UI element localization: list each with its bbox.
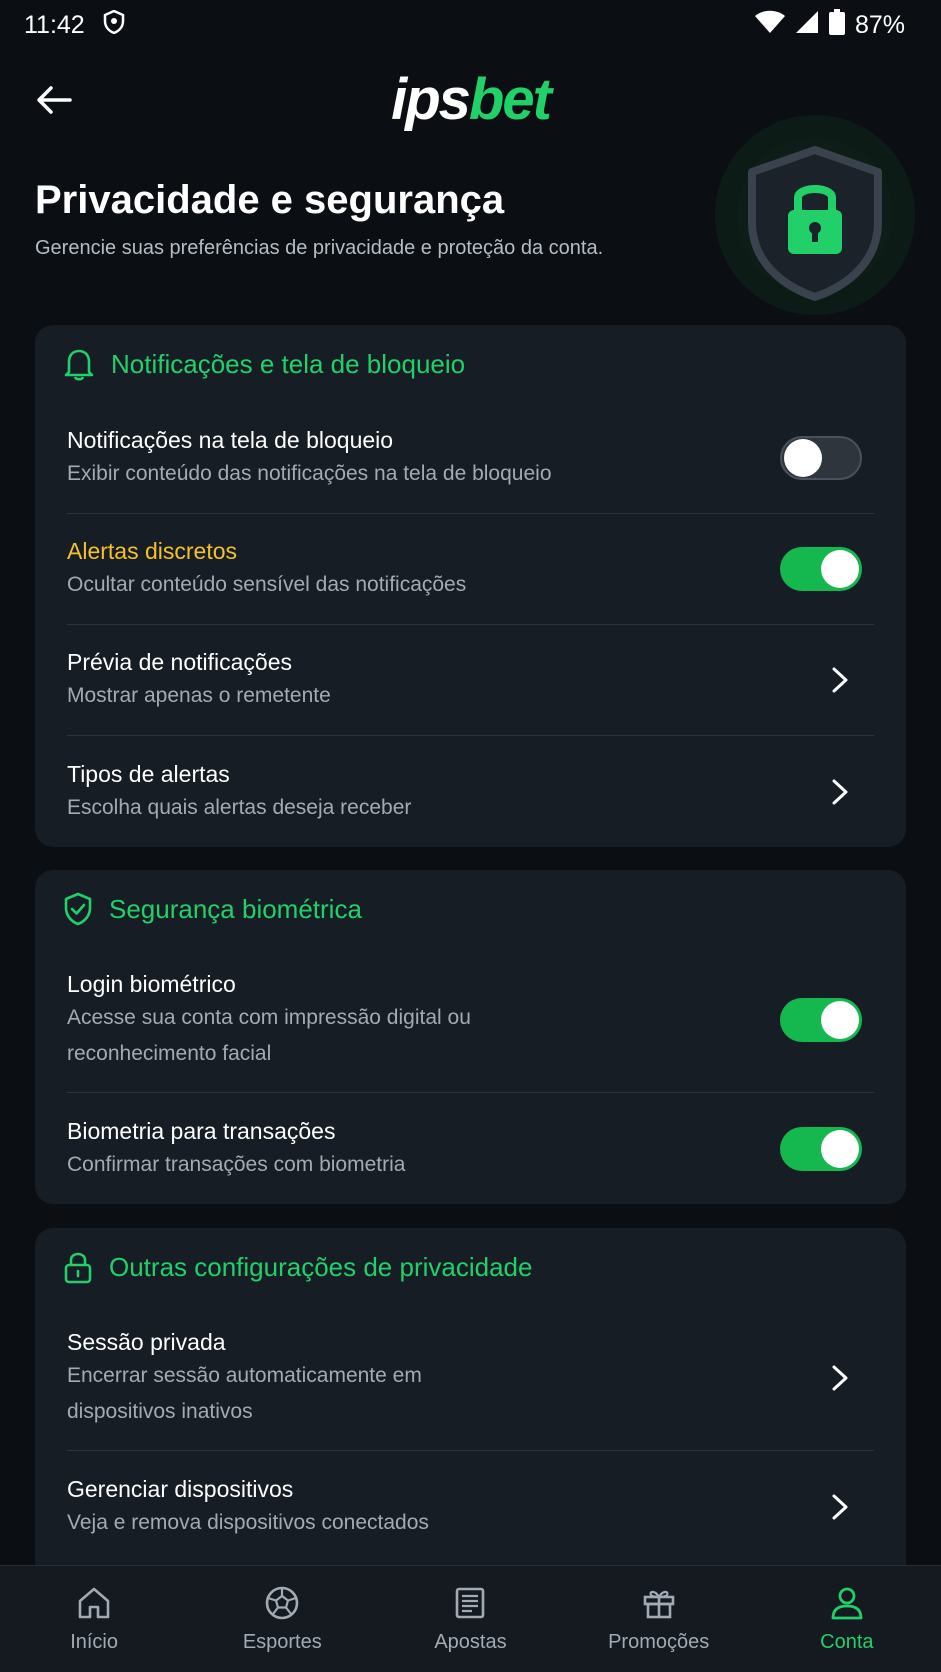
setting-row-notification-preview[interactable]: Prévia de notificações Mostrar apenas o … xyxy=(67,625,874,736)
soccer-ball-icon xyxy=(265,1586,299,1619)
page-title: Privacidade e segurança xyxy=(35,178,505,222)
shield-check-icon xyxy=(64,892,92,926)
shield-lock-icon xyxy=(700,110,920,320)
biometric-transactions-toggle[interactable] xyxy=(780,1126,862,1171)
battery-icon xyxy=(828,8,845,42)
setting-row-manage-devices[interactable]: Gerenciar dispositivos Veja e remova dis… xyxy=(67,1451,874,1562)
status-time: 11:42 xyxy=(24,10,85,39)
biometric-login-toggle[interactable] xyxy=(780,998,862,1042)
nav-home[interactable]: Início xyxy=(9,1585,179,1654)
card-biometric: Segurança biométrica Login biométrico Ac… xyxy=(35,870,906,1204)
discreet-alerts-toggle[interactable] xyxy=(780,547,862,591)
lockscreen-notifications-toggle[interactable] xyxy=(780,436,862,480)
setting-row-discreet-alerts[interactable]: Alertas discretos Ocultar conteúdo sensí… xyxy=(67,514,874,625)
page-header: Privacidade e segurança Gerencie suas pr… xyxy=(35,178,675,260)
chevron-right-icon xyxy=(820,1487,860,1527)
page-subtitle: Gerencie suas preferências de privacidad… xyxy=(35,237,604,259)
setting-row-biometric-login[interactable]: Login biométrico Acesse sua conta com im… xyxy=(67,948,874,1093)
section-title: Notificações e tela de bloqueio xyxy=(111,348,466,379)
home-icon xyxy=(78,1587,110,1618)
chevron-right-icon xyxy=(820,1358,860,1398)
gift-icon xyxy=(643,1590,674,1618)
chevron-right-icon xyxy=(820,772,860,812)
shield-status-icon xyxy=(103,9,125,41)
bell-icon xyxy=(64,349,94,381)
nav-account[interactable]: Conta xyxy=(762,1585,932,1654)
setting-row-private-session[interactable]: Sessão privada Encerrar sessão automatic… xyxy=(67,1306,874,1451)
signal-icon xyxy=(795,10,819,41)
section-title: Outras configurações de privacidade xyxy=(109,1251,533,1282)
nav-promotions[interactable]: Promoções xyxy=(574,1585,744,1654)
bet-slip-icon xyxy=(456,1587,485,1618)
section-title: Segurança biométrica xyxy=(109,893,362,924)
setting-row-alert-types[interactable]: Tipos de alertas Escolha quais alertas d… xyxy=(67,736,874,847)
wifi-icon xyxy=(754,10,785,41)
setting-row-biometric-transactions[interactable]: Biometria para transações Confirmar tran… xyxy=(67,1093,874,1204)
battery-level: 87% xyxy=(854,10,905,39)
nav-sports[interactable]: Esportes xyxy=(197,1585,367,1654)
chevron-right-icon xyxy=(820,660,860,700)
user-icon xyxy=(831,1587,863,1619)
nav-bets[interactable]: Apostas xyxy=(385,1585,555,1654)
setting-row-lockscreen-notifications[interactable]: Notificações na tela de bloqueio Exibir … xyxy=(67,403,874,514)
bottom-navigation: Início Esportes Apostas Promoções Conta xyxy=(0,1565,941,1672)
status-bar: 11:42 87% xyxy=(0,0,941,50)
lock-icon xyxy=(64,1252,92,1284)
card-notifications: Notificações e tela de bloqueio Notifica… xyxy=(35,325,906,847)
